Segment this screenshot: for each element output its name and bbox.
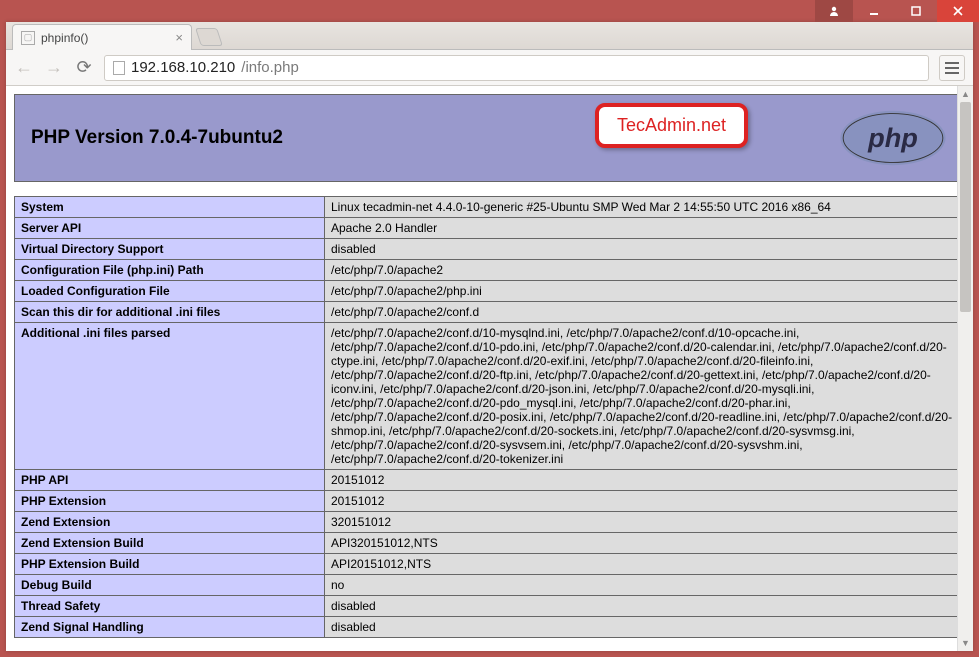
table-row: Scan this dir for additional .ini files/…	[15, 302, 965, 323]
table-row: PHP API20151012	[15, 470, 965, 491]
address-bar: ← → ⟳ 192.168.10.210/info.php	[6, 50, 973, 86]
table-row: Debug Buildno	[15, 575, 965, 596]
table-row: Configuration File (php.ini) Path/etc/ph…	[15, 260, 965, 281]
table-row: SystemLinux tecadmin-net 4.4.0-10-generi…	[15, 197, 965, 218]
table-row: Zend Signal Handlingdisabled	[15, 617, 965, 638]
php-version-title: PHP Version 7.0.4-7ubuntu2	[31, 127, 283, 149]
close-window-button[interactable]	[937, 0, 979, 22]
config-key: Additional .ini files parsed	[15, 323, 325, 470]
config-value: /etc/php/7.0/apache2/conf.d/10-mysqlnd.i…	[325, 323, 965, 470]
config-value: API320151012,NTS	[325, 533, 965, 554]
svg-text:php: php	[867, 122, 918, 153]
scroll-up-icon[interactable]: ▲	[958, 86, 973, 102]
config-value: 20151012	[325, 470, 965, 491]
config-value: Linux tecadmin-net 4.4.0-10-generic #25-…	[325, 197, 965, 218]
config-value: 20151012	[325, 491, 965, 512]
table-row: Thread Safetydisabled	[15, 596, 965, 617]
tab-title: phpinfo()	[41, 31, 88, 45]
phpinfo-table: SystemLinux tecadmin-net 4.4.0-10-generi…	[14, 196, 965, 638]
close-tab-icon[interactable]: ×	[175, 30, 183, 45]
config-key: Virtual Directory Support	[15, 239, 325, 260]
config-value: no	[325, 575, 965, 596]
browser-window: ▢ phpinfo() × ← → ⟳ 192.168.10.210/info.…	[6, 22, 973, 651]
config-value: disabled	[325, 617, 965, 638]
browser-tab[interactable]: ▢ phpinfo() ×	[12, 24, 192, 50]
config-key: Server API	[15, 218, 325, 239]
minimize-button[interactable]	[853, 0, 895, 22]
config-key: Zend Extension Build	[15, 533, 325, 554]
menu-button[interactable]	[939, 55, 965, 81]
new-tab-button[interactable]	[195, 28, 223, 46]
vertical-scrollbar[interactable]: ▲ ▼	[957, 86, 973, 651]
config-key: Scan this dir for additional .ini files	[15, 302, 325, 323]
reload-button[interactable]: ⟳	[74, 57, 94, 78]
table-row: Zend Extension320151012	[15, 512, 965, 533]
back-button[interactable]: ←	[14, 57, 34, 78]
url-path: /info.php	[241, 59, 299, 76]
config-key: Zend Signal Handling	[15, 617, 325, 638]
config-key: Configuration File (php.ini) Path	[15, 260, 325, 281]
config-key: Zend Extension	[15, 512, 325, 533]
table-row: PHP Extension BuildAPI20151012,NTS	[15, 554, 965, 575]
config-key: Loaded Configuration File	[15, 281, 325, 302]
config-value: /etc/php/7.0/apache2/conf.d	[325, 302, 965, 323]
config-key: Thread Safety	[15, 596, 325, 617]
table-row: PHP Extension20151012	[15, 491, 965, 512]
tecadmin-badge: TecAdmin.net	[595, 103, 748, 148]
user-button[interactable]	[815, 0, 853, 22]
table-row: Loaded Configuration File/etc/php/7.0/ap…	[15, 281, 965, 302]
tab-strip: ▢ phpinfo() ×	[6, 22, 973, 50]
maximize-button[interactable]	[895, 0, 937, 22]
config-key: PHP API	[15, 470, 325, 491]
config-value: disabled	[325, 239, 965, 260]
phpinfo-page: PHP Version 7.0.4-7ubuntu2 TecAdmin.net …	[6, 86, 973, 646]
window-titlebar	[0, 0, 979, 22]
php-logo: php	[838, 109, 948, 167]
page-viewport: PHP Version 7.0.4-7ubuntu2 TecAdmin.net …	[6, 86, 973, 651]
forward-button[interactable]: →	[44, 57, 64, 78]
config-value: /etc/php/7.0/apache2	[325, 260, 965, 281]
config-key: Debug Build	[15, 575, 325, 596]
scroll-down-icon[interactable]: ▼	[958, 635, 973, 651]
phpinfo-header: PHP Version 7.0.4-7ubuntu2 TecAdmin.net …	[14, 94, 965, 182]
config-value: disabled	[325, 596, 965, 617]
config-value: /etc/php/7.0/apache2/php.ini	[325, 281, 965, 302]
config-key: PHP Extension Build	[15, 554, 325, 575]
file-icon: ▢	[21, 31, 35, 45]
config-value: Apache 2.0 Handler	[325, 218, 965, 239]
table-row: Additional .ini files parsed/etc/php/7.0…	[15, 323, 965, 470]
scrollbar-thumb[interactable]	[960, 102, 971, 312]
config-key: PHP Extension	[15, 491, 325, 512]
url-host: 192.168.10.210	[131, 59, 235, 76]
config-key: System	[15, 197, 325, 218]
url-input[interactable]: 192.168.10.210/info.php	[104, 55, 929, 81]
table-row: Zend Extension BuildAPI320151012,NTS	[15, 533, 965, 554]
config-value: API20151012,NTS	[325, 554, 965, 575]
table-row: Virtual Directory Supportdisabled	[15, 239, 965, 260]
page-icon	[113, 61, 125, 75]
config-value: 320151012	[325, 512, 965, 533]
table-row: Server APIApache 2.0 Handler	[15, 218, 965, 239]
